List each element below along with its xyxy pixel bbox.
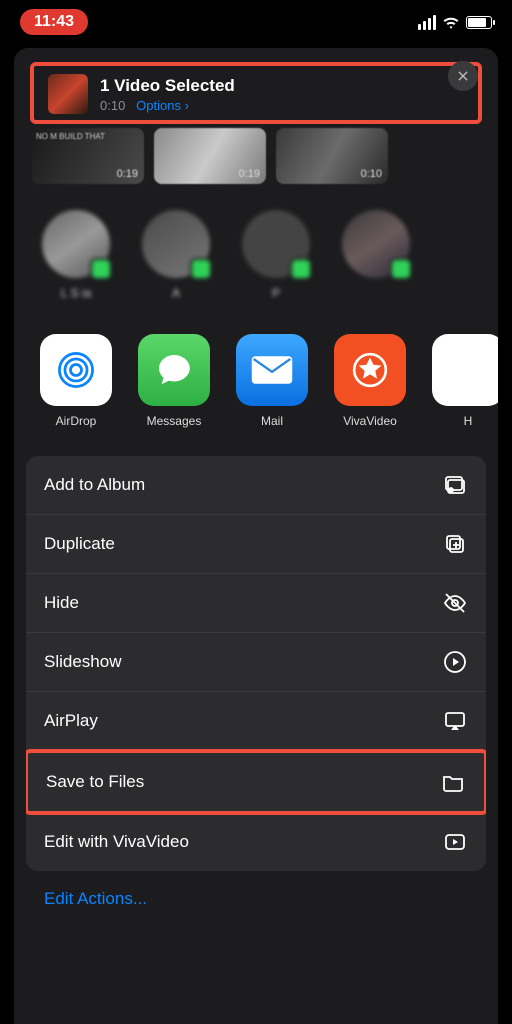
airplay-icon [442, 708, 468, 734]
options-link[interactable]: Options › [136, 98, 189, 113]
contact-item[interactable]: L S ia [40, 210, 112, 300]
hide-icon [442, 590, 468, 616]
contact-item[interactable] [340, 210, 412, 300]
messages-icon [138, 334, 210, 406]
cellular-icon [418, 15, 436, 30]
play-circle-icon [442, 649, 468, 675]
time-indicator: 11:43 [20, 9, 88, 35]
video-thumb[interactable]: NO M BUILD THAT 0:19 [32, 128, 144, 184]
folder-icon [440, 769, 466, 795]
album-icon [442, 472, 468, 498]
messages-badge-icon [290, 258, 312, 280]
messages-badge-icon [90, 258, 112, 280]
action-hide[interactable]: Hide [26, 574, 486, 633]
video-thumb[interactable]: 0:19 [154, 128, 266, 184]
vivavideo-action-icon [442, 829, 468, 855]
messages-badge-icon [190, 258, 212, 280]
status-icons [418, 15, 492, 30]
app-messages[interactable]: Messages [138, 334, 210, 428]
share-sheet: 1 Video Selected 0:10 Options › NO M BUI… [14, 48, 498, 1024]
apps-row: AirDrop Messages Mail VivaVideo H [14, 308, 498, 436]
avatar [242, 210, 310, 278]
video-duration: 0:19 [239, 168, 260, 180]
action-save-files[interactable]: Save to Files [26, 749, 486, 815]
edit-actions-link[interactable]: Edit Actions... [14, 871, 498, 927]
selection-title: 1 Video Selected [100, 76, 464, 96]
avatar [342, 210, 410, 278]
battery-icon [466, 16, 492, 29]
duplicate-icon [442, 531, 468, 557]
wifi-icon [442, 15, 460, 29]
app-mail[interactable]: Mail [236, 334, 308, 428]
app-extra[interactable]: H [432, 334, 498, 428]
close-button[interactable] [448, 61, 478, 91]
mail-icon [236, 334, 308, 406]
action-airplay[interactable]: AirPlay [26, 692, 486, 751]
selection-header: 1 Video Selected 0:10 Options › [30, 62, 482, 124]
video-thumbnail-row: NO M BUILD THAT 0:19 0:19 0:10 [14, 124, 498, 192]
video-duration: 0:19 [117, 168, 138, 180]
app-icon [432, 334, 498, 406]
video-duration: 0:10 [361, 168, 382, 180]
actions-panel: Add to Album Duplicate Hide Slideshow Ai… [26, 456, 486, 871]
avatar [142, 210, 210, 278]
action-edit-vivavideo[interactable]: Edit with VivaVideo [26, 813, 486, 871]
action-slideshow[interactable]: Slideshow [26, 633, 486, 692]
action-add-album[interactable]: Add to Album [26, 456, 486, 515]
status-bar: 11:43 [0, 0, 512, 40]
selected-thumbnail [48, 74, 88, 114]
messages-badge-icon [390, 258, 412, 280]
app-vivavideo[interactable]: VivaVideo [334, 334, 406, 428]
contact-item[interactable]: P [240, 210, 312, 300]
video-thumb[interactable]: 0:10 [276, 128, 388, 184]
app-airdrop[interactable]: AirDrop [40, 334, 112, 428]
close-icon [456, 69, 470, 83]
contact-item[interactable]: A [140, 210, 212, 300]
selection-duration: 0:10 [100, 98, 125, 113]
avatar [42, 210, 110, 278]
contacts-row: L S ia A P [14, 192, 498, 308]
vivavideo-icon [334, 334, 406, 406]
action-duplicate[interactable]: Duplicate [26, 515, 486, 574]
airdrop-icon [40, 334, 112, 406]
